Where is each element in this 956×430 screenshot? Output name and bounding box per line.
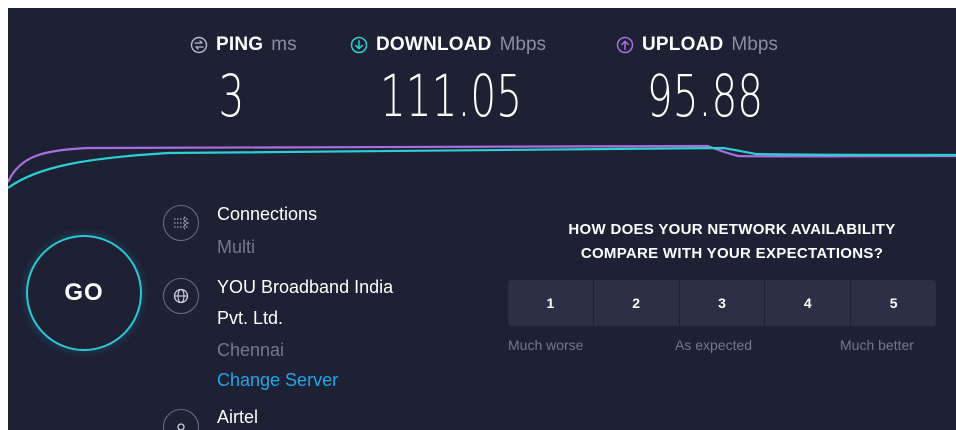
globe-icon	[163, 278, 199, 314]
rating-label-high: Much better	[840, 337, 914, 353]
server-location: Chennai	[217, 340, 285, 360]
connections-label: Connections	[217, 204, 318, 224]
connections-value: Multi	[217, 237, 256, 257]
rating-button-5[interactable]: 5	[851, 280, 936, 326]
download-graph-line	[8, 146, 956, 189]
upload-label: UPLOAD	[642, 34, 724, 55]
ping-icon	[190, 36, 208, 54]
download-unit: Mbps	[499, 34, 547, 55]
upload-metric: UPLOAD Mbps 95.88	[616, 33, 778, 130]
server-host: Airtel	[217, 407, 259, 427]
download-label: DOWNLOAD	[376, 34, 492, 55]
upload-graph-line	[8, 144, 956, 183]
ping-value: 3	[218, 62, 245, 130]
speed-graph	[8, 144, 956, 189]
rating-scale: 1 2 3 4 5	[508, 280, 936, 326]
survey-question-line2: COMPARE WITH YOUR EXPECTATIONS?	[580, 245, 884, 262]
ping-metric: PING ms 3	[190, 33, 297, 130]
go-button[interactable]: GO	[26, 235, 142, 351]
ping-label: PING	[216, 34, 264, 55]
server-icon	[163, 409, 199, 430]
change-server-link[interactable]: Change Server	[217, 368, 338, 392]
isp-name-line1: YOU Broadband India	[217, 277, 394, 297]
download-icon	[350, 36, 368, 54]
isp-name-line2: Pvt. Ltd.	[217, 308, 284, 328]
upload-unit: Mbps	[731, 34, 778, 55]
ping-unit: ms	[271, 34, 297, 55]
download-metric: DOWNLOAD Mbps 111.05	[350, 33, 547, 130]
rating-label-low: Much worse	[508, 337, 584, 353]
survey-question: HOW DOES YOUR NETWORK AVAILABILITY COMPA…	[518, 218, 946, 266]
rating-button-3[interactable]: 3	[679, 280, 766, 326]
speedtest-panel: PING ms 3 DOWNLOAD Mbps 111.05 UPLOAD Mb…	[8, 8, 956, 430]
survey-question-line1: HOW DOES YOUR NETWORK AVAILABILITY	[568, 221, 896, 238]
rating-button-4[interactable]: 4	[765, 280, 852, 326]
connections-icon	[163, 205, 199, 241]
rating-button-2[interactable]: 2	[593, 280, 680, 326]
rating-button-1[interactable]: 1	[508, 280, 594, 326]
rating-label-mid: As expected	[675, 337, 753, 353]
download-value: 111.05	[379, 62, 523, 130]
upload-value: 95.88	[646, 62, 764, 130]
upload-icon	[616, 36, 634, 54]
